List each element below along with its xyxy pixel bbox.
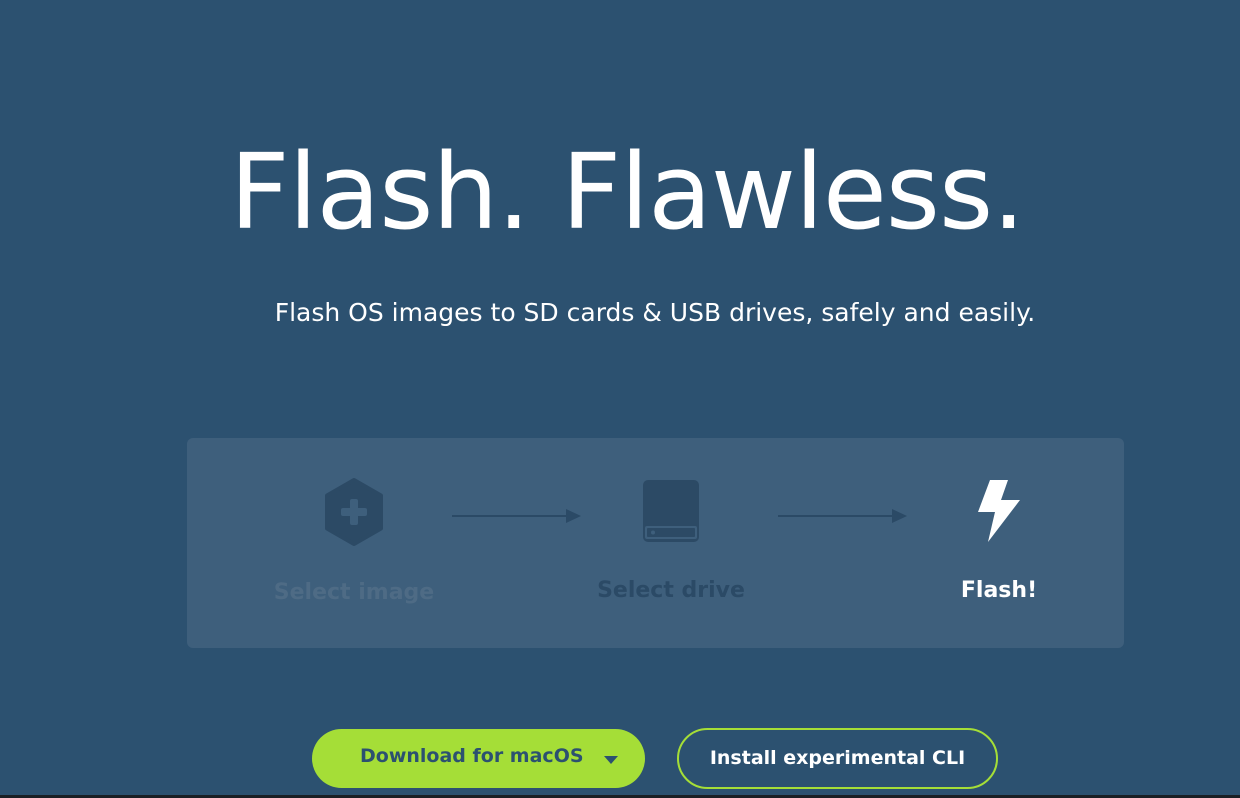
hero-subtitle: Flash OS images to SD cards & USB drives… — [274, 298, 1036, 327]
install-cli-button[interactable]: Install experimental CLI — [677, 728, 998, 789]
step-select-image[interactable]: Select image — [234, 478, 474, 607]
landing-page: Flash. Flawless. Flash OS images to SD c… — [0, 0, 1240, 798]
hexagon-plus-icon — [234, 478, 474, 551]
lightning-bolt-icon — [879, 478, 1119, 549]
step-select-drive[interactable]: Select drive — [551, 478, 791, 605]
steps-panel: Select image Select drive Flash! — [187, 438, 1124, 648]
download-button-label: Download for macOS — [360, 745, 584, 767]
drive-icon — [551, 478, 791, 549]
step-label-select-image: Select image — [273, 580, 435, 605]
chevron-down-icon[interactable] — [604, 756, 618, 764]
step-label-flash: Flash! — [960, 578, 1038, 603]
hero-title: Flash. Flawless. — [229, 131, 1025, 253]
step-flash[interactable]: Flash! — [879, 478, 1119, 605]
step-label-select-drive: Select drive — [597, 578, 745, 603]
download-button[interactable]: Download for macOS — [312, 729, 645, 788]
